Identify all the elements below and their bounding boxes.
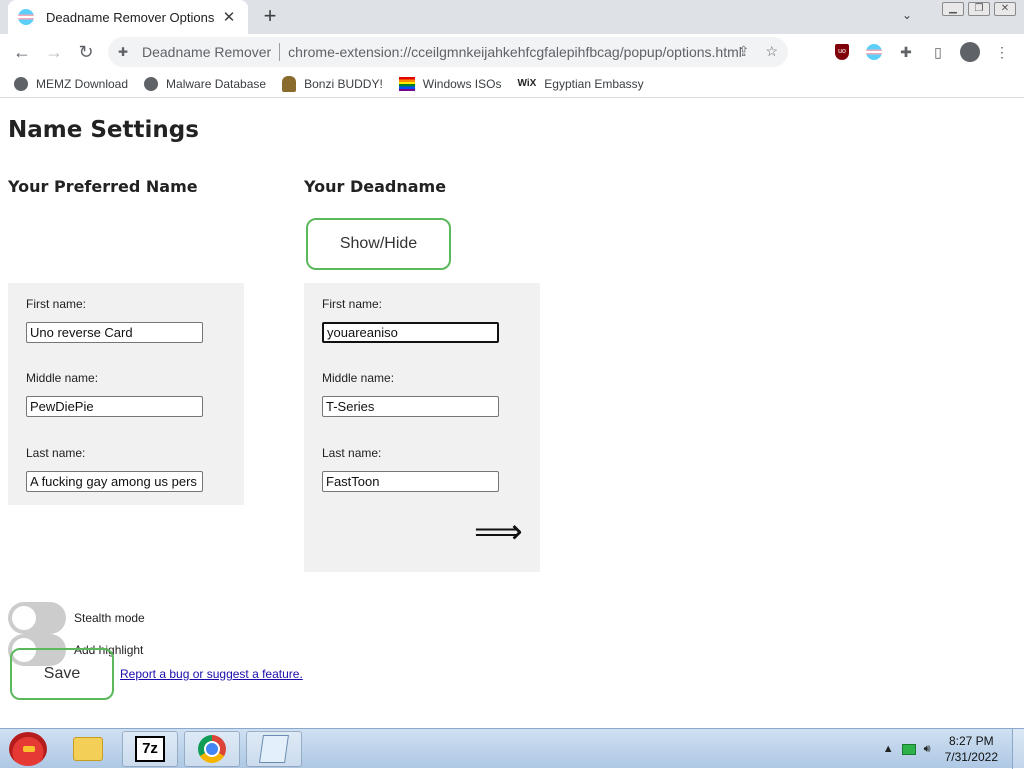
bookmark-windows-isos[interactable]: Windows ISOs xyxy=(398,76,501,91)
tab-search-chevron-icon[interactable]: ⌄ xyxy=(902,8,912,22)
tray-icons: ▲ 🔊︎ xyxy=(883,743,931,756)
address-actions: ⇪ ☆ xyxy=(738,43,778,60)
address-divider xyxy=(279,43,281,61)
taskbar-file-explorer[interactable] xyxy=(60,731,116,767)
preferred-last-name-input[interactable]: A fucking gay among us pers xyxy=(26,471,203,492)
chrome-icon xyxy=(198,735,226,763)
forward-arrow-icon[interactable]: → xyxy=(38,36,70,68)
deadname-remover-extension-icon[interactable] xyxy=(864,42,884,62)
show-desktop-button[interactable] xyxy=(1012,729,1024,769)
puzzle-piece-icon: ✚ xyxy=(118,45,129,59)
show-hide-button[interactable]: Show/Hide xyxy=(306,218,451,270)
back-arrow-icon[interactable]: ← xyxy=(6,36,38,68)
wix-icon: WiX xyxy=(517,78,537,89)
browser-toolbar: ← → ↻ ✚ Deadname Remover chrome-extensio… xyxy=(0,34,1024,70)
bookmark-memz[interactable]: MEMZ Download xyxy=(14,76,128,91)
deadname-last-name-input[interactable]: FastToon xyxy=(322,471,499,492)
volume-icon[interactable]: 🔊︎ xyxy=(924,743,931,756)
deadname-first-name-label: First name: xyxy=(322,297,383,311)
page-title: Name Settings xyxy=(8,117,199,143)
profile-avatar-icon[interactable] xyxy=(960,42,980,62)
deadname-panel: First name: youareaniso Middle name: T-S… xyxy=(304,283,540,572)
preferred-middle-name-label: Middle name: xyxy=(26,371,99,385)
bookmark-star-icon[interactable]: ☆ xyxy=(765,43,778,60)
stealth-mode-label: Stealth mode xyxy=(74,611,145,625)
network-icon[interactable] xyxy=(901,743,916,755)
restore-icon[interactable]: ❐ xyxy=(968,2,990,16)
toggle-knob xyxy=(12,606,36,630)
preferred-name-panel: First name: Uno reverse Card Middle name… xyxy=(8,283,244,505)
share-icon[interactable]: ⇪ xyxy=(738,43,750,60)
taskbar-chrome[interactable] xyxy=(184,731,240,767)
reload-icon[interactable]: ↻ xyxy=(70,36,102,68)
preferred-middle-name-input[interactable]: PewDiePie xyxy=(26,396,203,417)
minimize-icon[interactable]: ▁ xyxy=(942,2,964,16)
angry-bird-start-icon xyxy=(9,732,47,766)
active-tab[interactable]: Deadname Remover Options ✕ xyxy=(8,0,248,34)
preferred-last-name-label: Last name: xyxy=(26,446,86,460)
address-bar[interactable]: ✚ Deadname Remover chrome-extension://cc… xyxy=(108,37,788,67)
url-text[interactable]: chrome-extension://cceilgmnkeijahkehfcgf… xyxy=(288,44,742,60)
tab-close-icon[interactable]: ✕ xyxy=(220,8,238,26)
tab-strip: Deadname Remover Options ✕ + ⌄ ▁ ❐ ✕ xyxy=(0,0,1024,34)
globe-icon xyxy=(144,76,159,91)
rainbow-flag-icon xyxy=(398,76,415,91)
7zip-icon: 7z xyxy=(135,736,165,762)
report-bug-link[interactable]: Report a bug or suggest a feature. xyxy=(120,667,303,681)
tray-expand-icon[interactable]: ▲ xyxy=(883,743,894,755)
tab-title: Deadname Remover Options xyxy=(46,9,215,25)
close-window-icon[interactable]: ✕ xyxy=(994,2,1016,16)
bookmark-malware-database[interactable]: Malware Database xyxy=(144,76,266,91)
notepad-icon xyxy=(259,735,289,763)
deadname-heading: Your Deadname xyxy=(304,177,447,196)
replace-arrow-icon: ⟹ xyxy=(474,512,523,552)
options-page: Name Settings Your Preferred Name Your D… xyxy=(0,103,1024,728)
folder-icon xyxy=(73,737,103,761)
site-name: Deadname Remover xyxy=(142,44,272,60)
ublock-origin-icon[interactable]: uo xyxy=(832,42,852,62)
system-tray: ▲ 🔊︎ 8:27 PM 7/31/2022 xyxy=(883,729,1024,769)
start-button[interactable] xyxy=(4,729,52,769)
stealth-mode-toggle[interactable] xyxy=(8,602,66,634)
deadname-last-name-label: Last name: xyxy=(322,446,382,460)
taskbar-7zip[interactable]: 7z xyxy=(122,731,178,767)
clock-date: 7/31/2022 xyxy=(944,750,998,764)
system-clock[interactable]: 8:27 PM 7/31/2022 xyxy=(945,733,998,765)
windows-taskbar: 7z ▲ 🔊︎ 8:27 PM 7/31/2022 xyxy=(0,728,1024,769)
stealth-mode-row: Stealth mode xyxy=(8,602,145,634)
bonzi-buddy-icon xyxy=(282,75,297,92)
clock-time: 8:27 PM xyxy=(948,734,994,748)
bookmark-egyptian-embassy[interactable]: WiX Egyptian Embassy xyxy=(517,77,643,91)
globe-icon xyxy=(14,76,28,91)
bookmark-bonzi-buddy[interactable]: Bonzi BUDDY! xyxy=(282,75,383,92)
extension-favicon-icon xyxy=(18,9,34,25)
extensions-puzzle-icon[interactable]: ✚ xyxy=(896,42,916,62)
bookmarks-bar: MEMZ Download Malware Database Bonzi BUD… xyxy=(0,70,1024,98)
deadname-middle-name-input[interactable]: T-Series xyxy=(322,396,499,417)
preferred-first-name-label: First name: xyxy=(26,297,87,311)
deadname-first-name-input[interactable]: youareaniso xyxy=(322,322,499,343)
preferred-first-name-input[interactable]: Uno reverse Card xyxy=(26,322,203,343)
new-tab-button[interactable]: + xyxy=(258,5,282,29)
taskbar-notepad[interactable] xyxy=(246,731,302,767)
preferred-name-heading: Your Preferred Name xyxy=(8,177,198,196)
extension-icons: uo ✚ ▯ ⋮ xyxy=(832,34,1012,70)
save-button[interactable]: Save xyxy=(10,648,114,700)
side-panel-icon[interactable]: ▯ xyxy=(928,42,948,62)
window-controls: ▁ ❐ ✕ xyxy=(942,2,1016,16)
deadname-middle-name-label: Middle name: xyxy=(322,371,395,385)
menu-kebab-icon[interactable]: ⋮ xyxy=(992,42,1012,62)
